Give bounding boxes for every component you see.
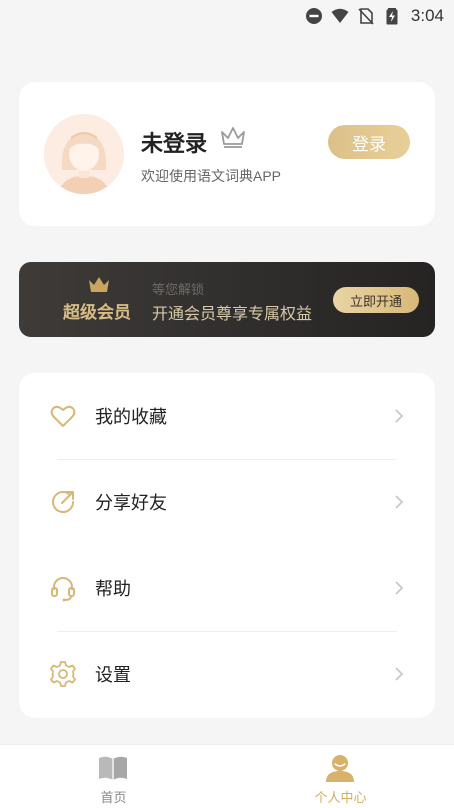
headset-icon (51, 577, 75, 602)
do-not-disturb-icon (305, 8, 322, 24)
chevron-right-icon (395, 409, 404, 423)
user-icon (326, 755, 354, 782)
status-time: 3:04 (410, 6, 444, 25)
login-button[interactable]: 登录 (328, 125, 410, 159)
menu-item-settings[interactable]: 设置 (19, 631, 435, 717)
crown-icon (89, 277, 109, 292)
avatar-illustration (44, 114, 124, 194)
chevron-right-icon (395, 667, 404, 681)
book-icon (99, 756, 127, 780)
nav-label: 首页 (100, 790, 127, 805)
battery-charging-icon (386, 8, 398, 25)
nav-item-home[interactable]: 首页 (0, 745, 227, 808)
vip-subtitle: 等您解锁 (152, 282, 205, 297)
open-vip-button[interactable]: 立即开通 (333, 287, 419, 313)
vip-title: 超级会员 (63, 303, 131, 323)
crown-outline-icon (221, 127, 245, 148)
profile-card: 未登录 欢迎使用语文词典APP 登录 (19, 82, 435, 226)
share-icon (52, 491, 74, 513)
no-sim-icon (358, 8, 374, 25)
wifi-icon (331, 8, 349, 23)
bottom-nav: 首页 个人中心 (0, 744, 454, 808)
menu-card: 我的收藏 分享好友 帮助 设置 (19, 373, 435, 718)
menu-item-label: 帮助 (95, 579, 131, 600)
menu-item-favorites[interactable]: 我的收藏 (19, 373, 435, 459)
gear-icon (50, 661, 76, 687)
nav-label: 个人中心 (314, 790, 367, 805)
menu-item-label: 我的收藏 (95, 407, 167, 428)
vip-description: 开通会员尊享专属权益 (152, 306, 313, 323)
chevron-right-icon (395, 495, 404, 509)
menu-item-help[interactable]: 帮助 (19, 545, 435, 631)
vip-banner[interactable]: 超级会员 等您解锁 开通会员尊享专属权益 立即开通 (19, 262, 435, 337)
menu-item-label: 分享好友 (95, 493, 167, 514)
username: 未登录 (141, 132, 208, 157)
menu-item-label: 设置 (95, 665, 131, 686)
heart-icon (50, 405, 76, 427)
status-bar: 3:04 (0, 0, 454, 32)
menu-item-share[interactable]: 分享好友 (19, 459, 435, 545)
avatar[interactable] (44, 114, 124, 194)
welcome-text: 欢迎使用语文词典APP (141, 168, 282, 184)
nav-item-profile[interactable]: 个人中心 (227, 745, 454, 808)
chevron-right-icon (395, 581, 404, 595)
